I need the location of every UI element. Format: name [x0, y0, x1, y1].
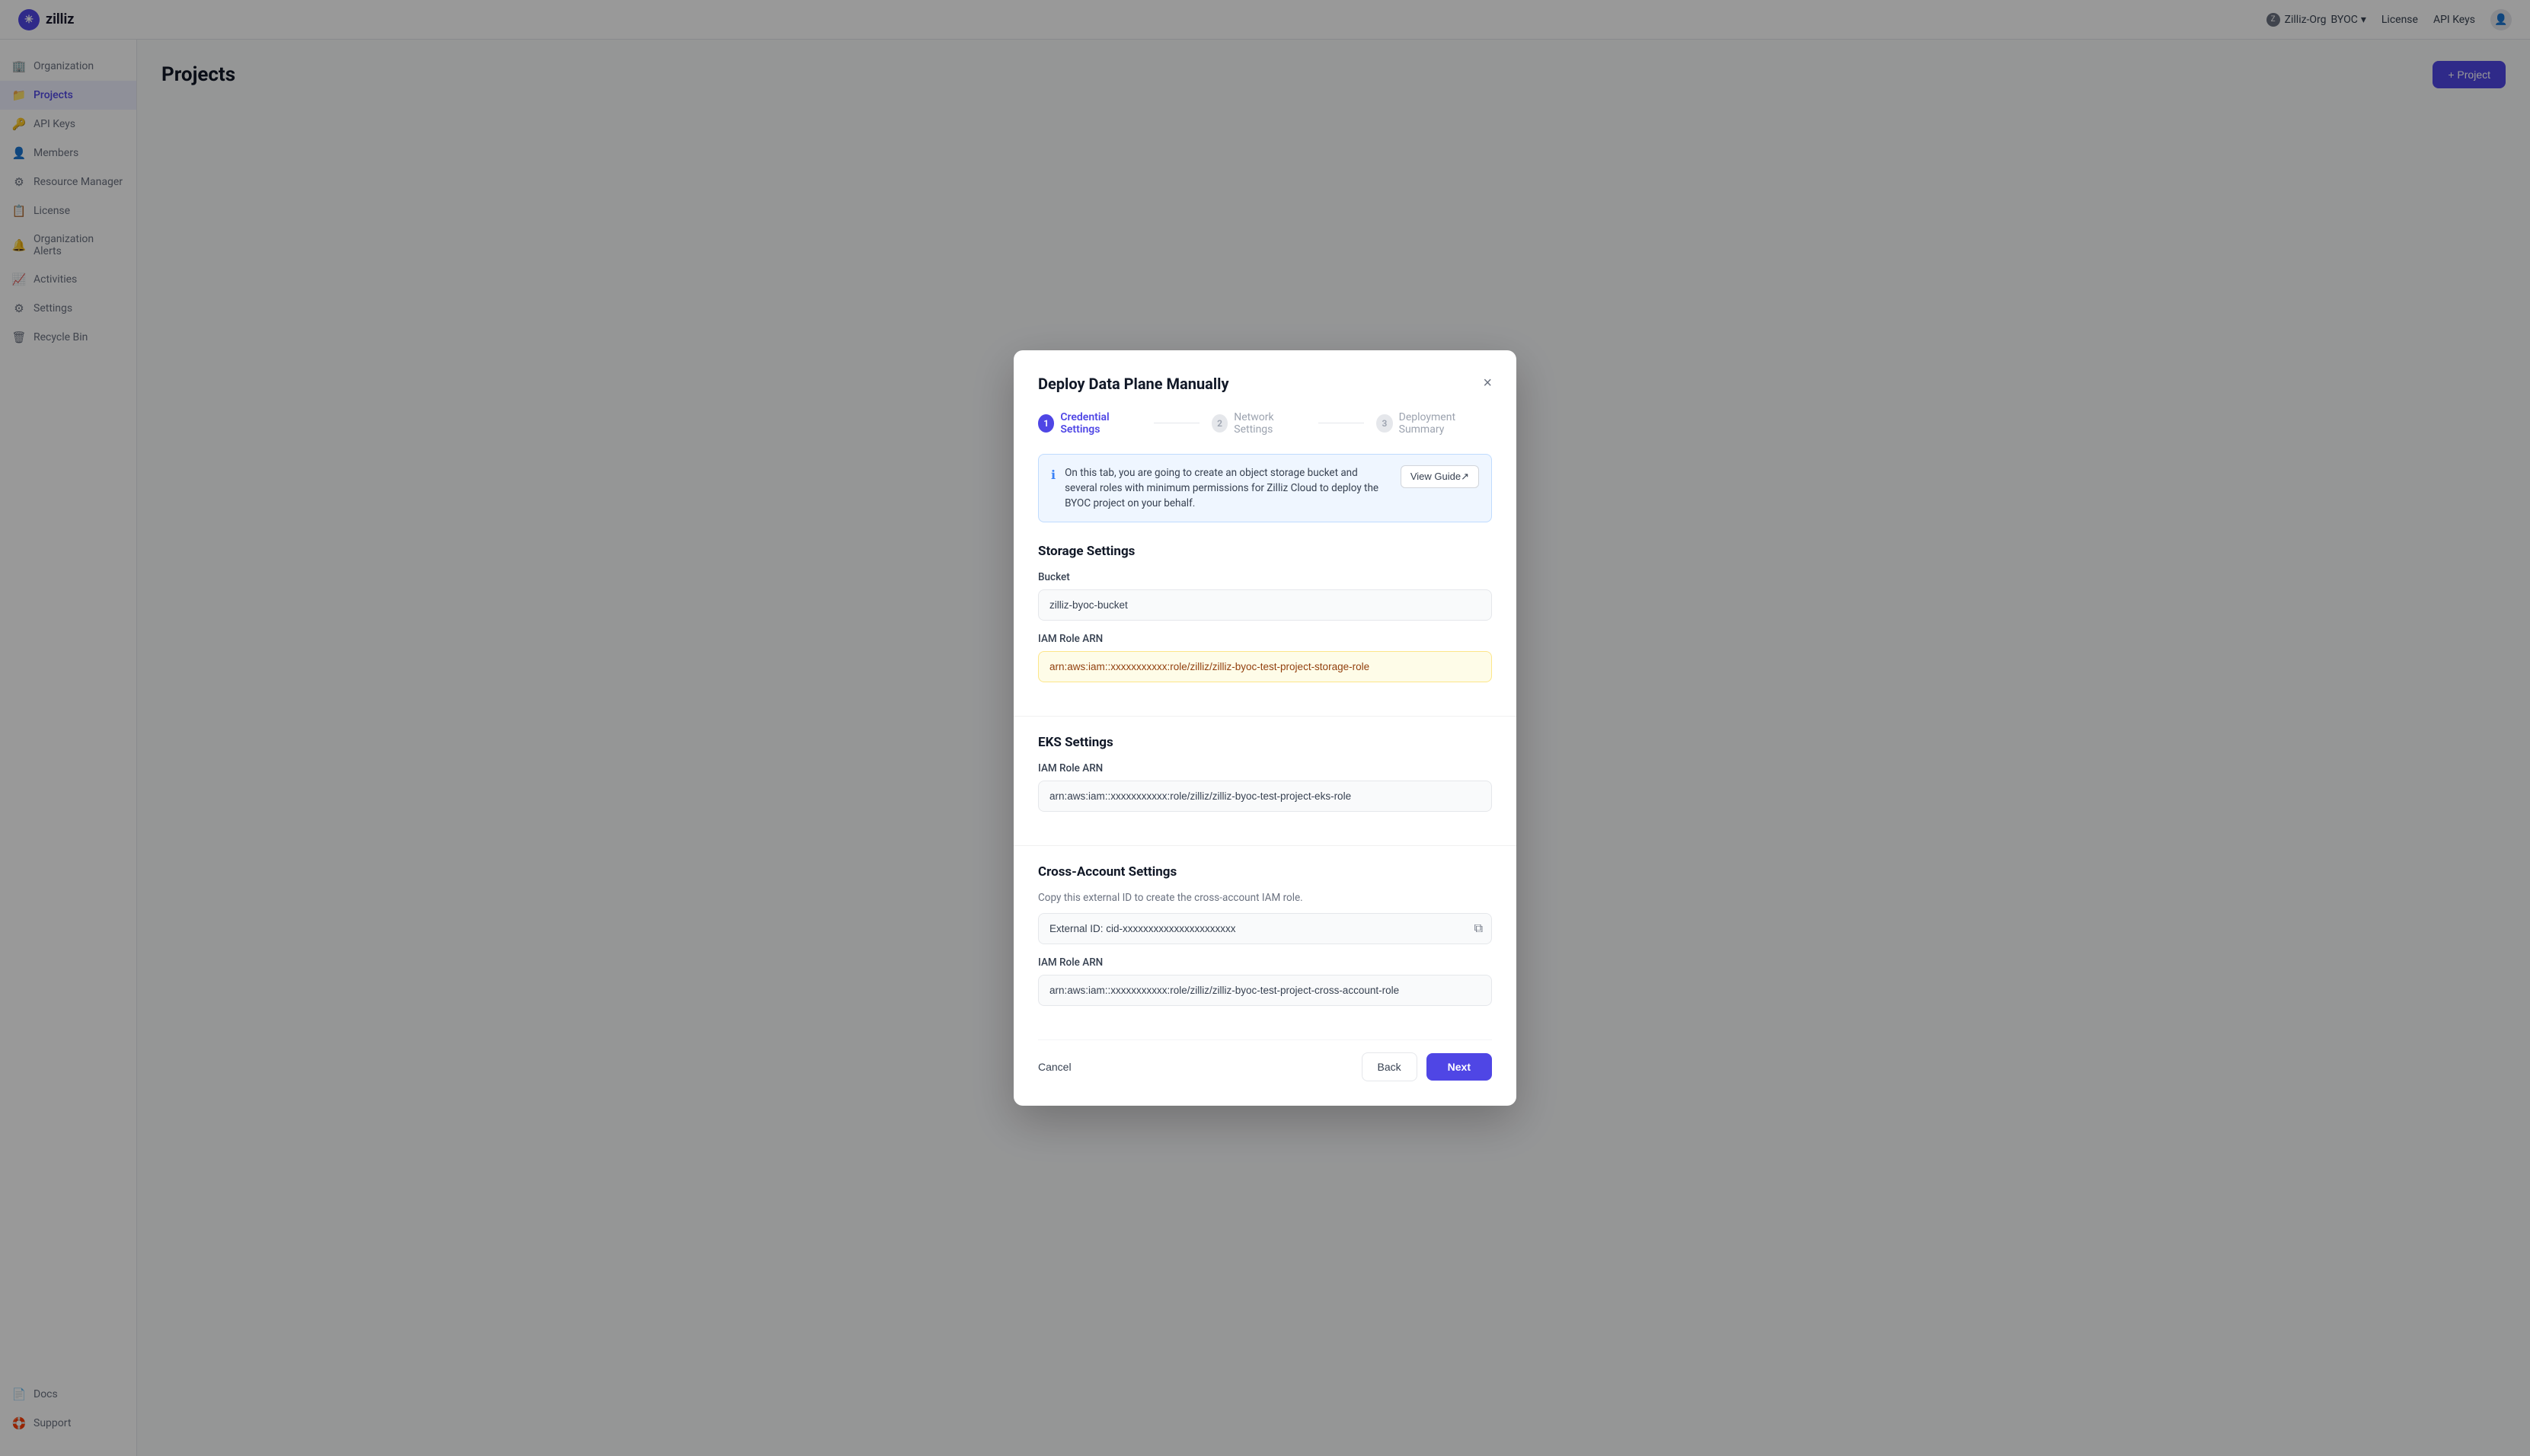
info-banner: ℹ On this tab, you are going to create a… [1038, 454, 1492, 523]
cross-account-description: Copy this external ID to create the cros… [1038, 892, 1492, 904]
modal-overlay: Deploy Data Plane Manually × 1 Credentia… [0, 0, 2530, 1456]
eks-settings-section: EKS Settings IAM Role ARN [1038, 735, 1492, 824]
back-button[interactable]: Back [1362, 1052, 1417, 1081]
step-3-circle: 3 [1376, 414, 1392, 433]
eks-iam-role-input[interactable] [1038, 781, 1492, 812]
cross-account-section: Cross-Account Settings Copy this externa… [1038, 864, 1492, 1018]
view-guide-button[interactable]: View Guide↗ [1401, 465, 1479, 488]
storage-settings-section: Storage Settings Bucket IAM Role ARN [1038, 544, 1492, 694]
cross-account-iam-role-input[interactable] [1038, 975, 1492, 1006]
bucket-label: Bucket [1038, 571, 1492, 583]
info-banner-text: On this tab, you are going to create an … [1065, 465, 1391, 512]
steps-indicator: 1 Credential Settings 2 Network Settings… [1038, 411, 1492, 436]
step-2-label: Network Settings [1234, 411, 1306, 436]
cross-account-title: Cross-Account Settings [1038, 864, 1492, 880]
next-button[interactable]: Next [1426, 1053, 1492, 1081]
step-2-circle: 2 [1212, 414, 1228, 433]
copy-icon: ⧉ [1474, 922, 1483, 935]
deploy-data-plane-modal: Deploy Data Plane Manually × 1 Credentia… [1014, 350, 1516, 1106]
step-1-label: Credential Settings [1060, 411, 1142, 436]
bucket-input[interactable] [1038, 589, 1492, 621]
eks-settings-title: EKS Settings [1038, 735, 1492, 750]
external-id-input[interactable] [1038, 913, 1492, 944]
step-1: 1 Credential Settings [1038, 411, 1142, 436]
info-icon: ℹ [1051, 466, 1056, 484]
section-divider-2 [1014, 845, 1516, 846]
external-id-field: ⧉ [1038, 913, 1492, 944]
step-2: 2 Network Settings [1212, 411, 1306, 436]
modal-close-button[interactable]: × [1483, 375, 1492, 392]
step-3: 3 Deployment Summary [1376, 411, 1492, 436]
step-1-circle: 1 [1038, 414, 1054, 433]
modal-title: Deploy Data Plane Manually [1038, 375, 1229, 393]
copy-external-id-button[interactable]: ⧉ [1474, 922, 1483, 936]
modal-header: Deploy Data Plane Manually × [1038, 375, 1492, 393]
section-divider-1 [1014, 716, 1516, 717]
step-3-label: Deployment Summary [1399, 411, 1492, 436]
footer-right: Back Next [1362, 1052, 1492, 1081]
eks-iam-role-label: IAM Role ARN [1038, 762, 1492, 774]
storage-iam-role-input[interactable] [1038, 651, 1492, 682]
cross-account-iam-role-label: IAM Role ARN [1038, 956, 1492, 969]
modal-footer: Cancel Back Next [1038, 1039, 1492, 1081]
storage-settings-title: Storage Settings [1038, 544, 1492, 559]
cancel-button[interactable]: Cancel [1038, 1061, 1072, 1073]
storage-iam-role-label: IAM Role ARN [1038, 633, 1492, 645]
